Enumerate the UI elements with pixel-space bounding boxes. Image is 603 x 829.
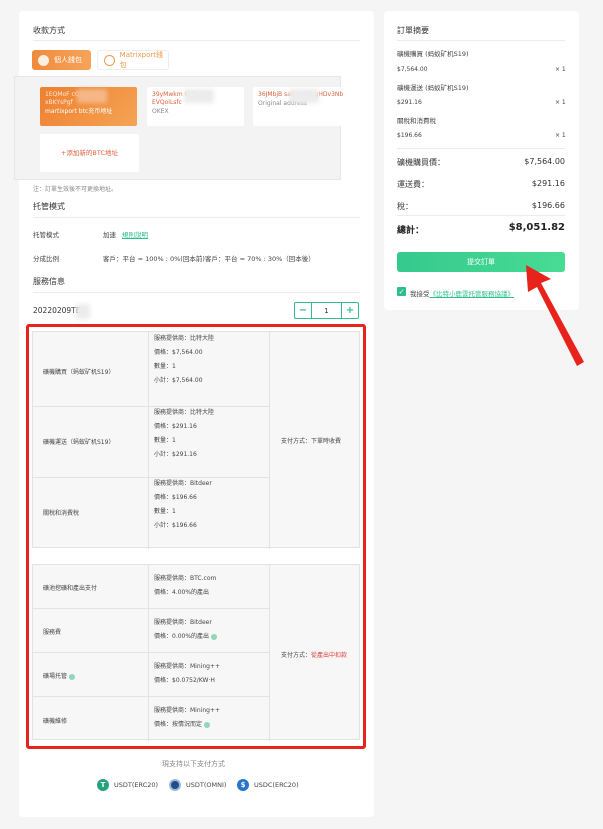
annotation-arrow-icon — [526, 265, 584, 366]
